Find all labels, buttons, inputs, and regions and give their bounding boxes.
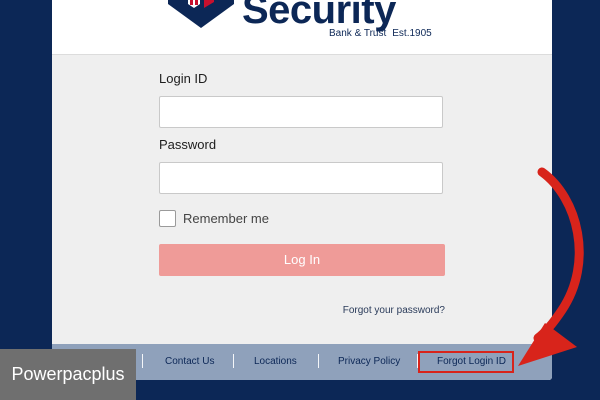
watermark-label: Powerpacplus xyxy=(0,349,136,400)
red-arrow-annotation xyxy=(518,167,584,366)
